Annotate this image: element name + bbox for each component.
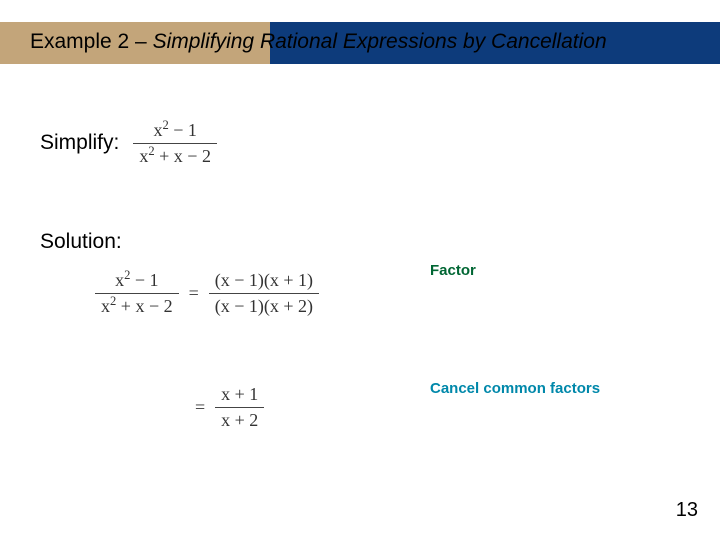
solution-step-factor: x2 − 1 x2 + x − 2 = (x − 1)(x + 1) (x − …	[95, 268, 680, 318]
step1-lhs-num: x2 − 1	[109, 268, 164, 293]
step2-rhs-den: x + 2	[215, 408, 264, 433]
annotation-factor: Factor	[430, 262, 476, 279]
step2-rhs-fraction: x + 1 x + 2	[215, 382, 264, 432]
equals-sign: =	[189, 283, 199, 304]
equals-sign: =	[195, 397, 205, 418]
solution-label: Solution:	[40, 230, 680, 254]
slide-title: Example 2 – Simplifying Rational Express…	[30, 30, 607, 54]
example-subtitle: Simplifying Rational Expressions by Canc…	[153, 30, 607, 53]
simplify-fraction: x2 − 1 x2 + x − 2	[133, 118, 217, 168]
page-number: 13	[676, 499, 698, 522]
title-bar: Example 2 – Simplifying Rational Express…	[0, 22, 720, 64]
annotation-cancel: Cancel common factors	[430, 380, 600, 397]
step1-rhs-num: (x − 1)(x + 1)	[209, 268, 319, 293]
simplify-prompt: Simplify: x2 − 1 x2 + x − 2	[40, 118, 680, 168]
simplify-numerator: x2 − 1	[147, 118, 202, 143]
example-number: Example 2	[30, 30, 129, 53]
step1-lhs-fraction: x2 − 1 x2 + x − 2	[95, 268, 179, 318]
step1-rhs-den: (x − 1)(x + 2)	[209, 294, 319, 319]
step1-lhs-den: x2 + x − 2	[95, 294, 179, 319]
title-separator: –	[129, 30, 152, 53]
simplify-label: Simplify:	[40, 131, 119, 155]
step2-rhs-num: x + 1	[215, 382, 264, 407]
simplify-denominator: x2 + x − 2	[133, 144, 217, 169]
step1-rhs-fraction: (x − 1)(x + 1) (x − 1)(x + 2)	[209, 268, 319, 318]
